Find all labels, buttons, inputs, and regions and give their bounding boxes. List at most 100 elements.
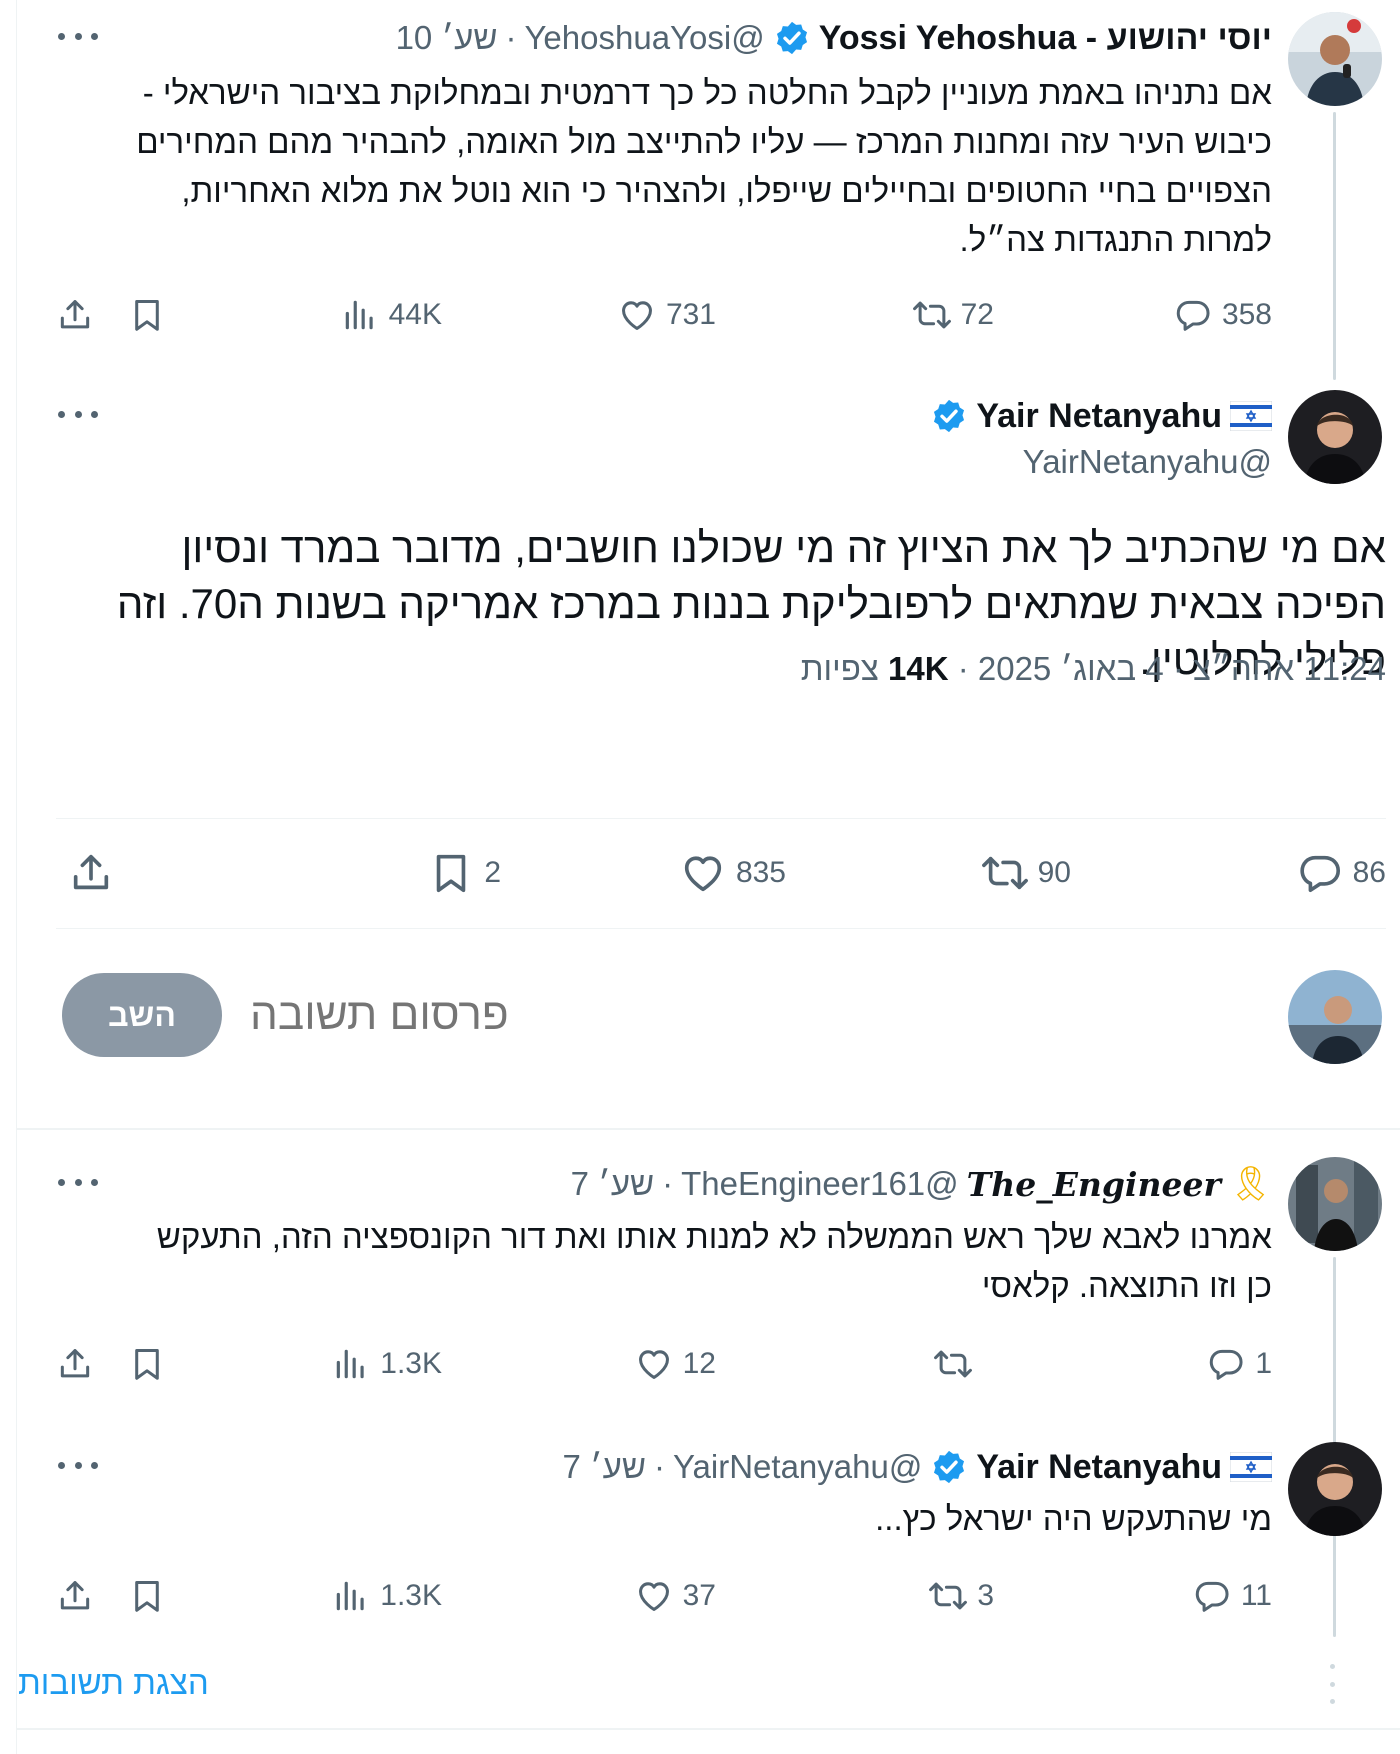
like-icon <box>635 1577 673 1615</box>
reply-icon <box>1207 1345 1245 1383</box>
israel-flag-icon <box>1230 1452 1272 1482</box>
views-icon <box>332 1345 370 1383</box>
thread-line <box>1333 112 1336 380</box>
like-button[interactable]: 731 <box>618 292 716 338</box>
verified-badge-icon <box>773 19 811 57</box>
views-total: 14K <box>887 650 949 687</box>
bookmark-button[interactable]: 2 <box>428 850 501 896</box>
timestamp[interactable]: שע׳ 10 <box>396 19 498 57</box>
timestamp[interactable]: שע׳ 7 <box>571 1165 655 1203</box>
like-count: 835 <box>735 856 786 889</box>
repost-count: 3 <box>977 1579 994 1612</box>
yellow-ribbon-icon: 🎗 <box>1228 1165 1272 1203</box>
bookmark-icon <box>128 1577 166 1615</box>
bookmark-icon <box>128 1345 166 1383</box>
bookmark-button[interactable] <box>128 1341 166 1387</box>
tweet-header: Yair Netanyahu @YairNetanyahu · שע׳ 7 <box>562 1447 1272 1487</box>
repost-icon <box>934 1345 972 1383</box>
share-icon <box>56 296 94 334</box>
timestamp[interactable]: שע׳ 7 <box>562 1448 646 1486</box>
tweet-actions: 86 90 835 2 <box>68 850 1386 896</box>
share-icon <box>56 1345 94 1383</box>
avatar[interactable] <box>1288 970 1382 1064</box>
more-icon[interactable] <box>58 1172 98 1192</box>
views-count: 1.3K <box>380 1347 442 1380</box>
tweet-header: 🎗 The_Engineer @TheEngineer161 · שע׳ 7 <box>571 1164 1272 1204</box>
repost-button[interactable]: 3 <box>929 1573 994 1619</box>
like-icon <box>680 850 726 896</box>
views-button[interactable]: 44K <box>341 292 442 338</box>
avatar[interactable] <box>1288 1442 1382 1536</box>
author-name[interactable]: Yossi Yehoshua - יוסי יהושוע <box>819 19 1272 58</box>
tweet-text: אמרנו לאבא שלך ראש הממשלה לא למנות אותו … <box>156 1218 1272 1304</box>
repost-icon <box>913 296 951 334</box>
share-button[interactable] <box>68 850 114 896</box>
share-icon <box>56 1577 94 1615</box>
tweet-actions: 1 12 1.3K <box>56 1341 1272 1387</box>
more-icon[interactable] <box>58 1455 98 1475</box>
reply-count: 1 <box>1255 1347 1272 1380</box>
share-button[interactable] <box>56 1573 94 1619</box>
divider <box>56 928 1386 929</box>
reply-count: 11 <box>1240 1579 1272 1612</box>
bookmark-count: 2 <box>484 856 501 889</box>
like-button[interactable]: 37 <box>635 1573 716 1619</box>
tweet-text: אם נתניהו באמת מעוניין לקבל החלטה כל כך … <box>136 74 1272 258</box>
tweet-text: מי שהתעקש היה ישראל כץ... <box>875 1500 1272 1537</box>
repost-button[interactable] <box>934 1341 982 1387</box>
views-button[interactable]: 1.3K <box>332 1341 442 1387</box>
author-handle[interactable]: @YairNetanyahu <box>673 1448 922 1486</box>
reply-submit-button[interactable]: השב <box>62 973 222 1057</box>
reply-icon <box>1297 850 1343 896</box>
share-icon <box>68 850 114 896</box>
reply-button[interactable]: 11 <box>1193 1573 1272 1619</box>
avatar[interactable] <box>1288 1157 1382 1251</box>
reply-input[interactable] <box>250 978 1110 1052</box>
share-button[interactable] <box>56 1341 94 1387</box>
verified-badge-icon <box>930 397 968 435</box>
views-button[interactable]: 1.3K <box>332 1573 442 1619</box>
repost-count: 72 <box>960 298 994 331</box>
tweet-header: Yossi Yehoshua - יוסי יהושוע @YehoshuaYo… <box>396 18 1272 58</box>
repost-button[interactable]: 72 <box>913 292 994 338</box>
like-button[interactable]: 835 <box>680 850 786 896</box>
show-replies-link[interactable]: הצגת תשובות <box>18 1664 209 1702</box>
separator: · <box>662 1165 674 1202</box>
author-name[interactable]: The_Engineer <box>967 1165 1221 1204</box>
tweet-date[interactable]: 11:24 אחה״צ · 4 באוג׳ 2025 · <box>949 650 1386 687</box>
like-count: 731 <box>665 298 716 331</box>
like-count: 12 <box>682 1347 716 1380</box>
reply-count: 86 <box>1352 856 1386 889</box>
avatar[interactable] <box>1288 12 1382 106</box>
reply-icon <box>1193 1577 1231 1615</box>
separator: · <box>653 1448 665 1485</box>
repost-button[interactable]: 90 <box>982 850 1071 896</box>
bookmark-button[interactable] <box>128 292 166 338</box>
author-name[interactable]: Yair Netanyahu <box>976 397 1222 436</box>
reply-button[interactable]: 358 <box>1174 292 1272 338</box>
views-label: צפיות <box>800 650 879 687</box>
bookmark-button[interactable] <box>128 1573 166 1619</box>
tweet-handle-row: @YairNetanyahu <box>1023 442 1272 482</box>
separator: · <box>505 19 517 56</box>
more-icon[interactable] <box>58 26 98 46</box>
author-handle[interactable]: @YairNetanyahu <box>1023 443 1272 481</box>
share-button[interactable] <box>56 292 94 338</box>
divider <box>16 1128 1400 1130</box>
repost-icon <box>982 850 1028 896</box>
repost-count: 90 <box>1037 856 1071 889</box>
author-handle[interactable]: @YehoshuaYosi <box>524 19 764 57</box>
reply-button[interactable]: 1 <box>1207 1341 1272 1387</box>
tweet-header: Yair Netanyahu <box>930 396 1272 436</box>
israel-flag-icon <box>1230 401 1272 431</box>
author-name[interactable]: Yair Netanyahu <box>976 1448 1222 1487</box>
like-icon <box>635 1345 673 1383</box>
avatar[interactable] <box>1288 390 1382 484</box>
reply-count: 358 <box>1221 298 1272 331</box>
repost-icon <box>929 1577 967 1615</box>
more-icon[interactable] <box>58 404 98 424</box>
author-handle[interactable]: @TheEngineer161 <box>681 1165 959 1203</box>
like-button[interactable]: 12 <box>635 1341 716 1387</box>
views-icon <box>341 296 379 334</box>
reply-button[interactable]: 86 <box>1297 850 1386 896</box>
